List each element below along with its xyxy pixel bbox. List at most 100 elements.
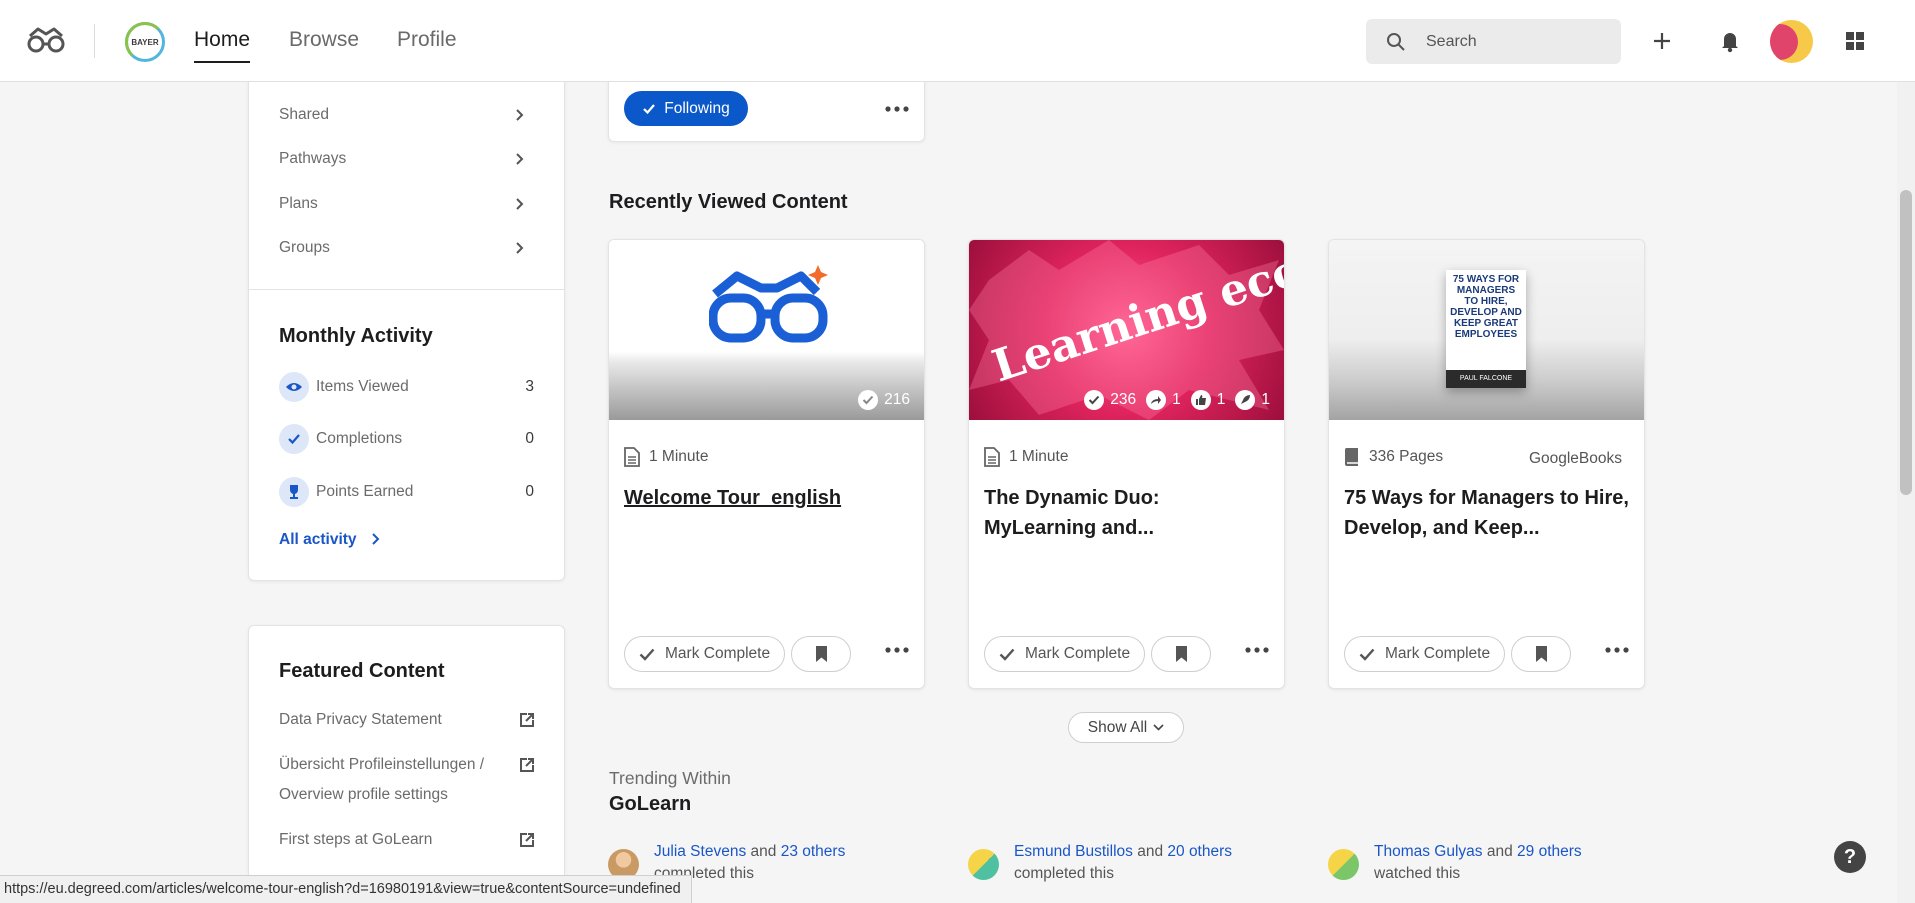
recommends-count: 1 bbox=[1261, 391, 1270, 408]
card-image: 75 WAYS FOR MANAGERS TO HIRE, DEVELOP AN… bbox=[1329, 240, 1644, 420]
bookmark-icon bbox=[1535, 646, 1547, 662]
mark-complete-label: Mark Complete bbox=[1025, 645, 1131, 662]
all-activity-label: All activity bbox=[279, 531, 357, 548]
activity-label: Completions bbox=[316, 430, 403, 447]
mark-complete-button[interactable]: Mark Complete bbox=[624, 636, 785, 672]
scrollbar-thumb[interactable] bbox=[1900, 190, 1912, 495]
activity-label: Items Viewed bbox=[316, 378, 409, 395]
card-duration: 1 Minute bbox=[649, 448, 709, 465]
shares-count: 1 bbox=[1172, 391, 1181, 408]
check-icon bbox=[639, 648, 655, 661]
featured-link-data-privacy[interactable]: Data Privacy Statement bbox=[279, 705, 442, 735]
help-icon: ? bbox=[1843, 845, 1857, 868]
book-cover-text: 75 WAYS FOR MANAGERS TO HIRE, DEVELOP AN… bbox=[1450, 274, 1522, 340]
completions-stat: 216 bbox=[858, 390, 910, 410]
check-icon bbox=[1084, 390, 1105, 410]
chevron-right-icon bbox=[514, 108, 524, 122]
content-card[interactable]: 216 1 Minute Welcome Tour_english Mark C… bbox=[608, 239, 925, 689]
thumbs-up-icon bbox=[1190, 390, 1211, 410]
check-icon bbox=[999, 648, 1015, 661]
apps-grid-icon[interactable] bbox=[1845, 28, 1865, 54]
trending-others-link[interactable]: 29 others bbox=[1517, 843, 1582, 860]
trending-and: and bbox=[1486, 843, 1513, 860]
trending-others-link[interactable]: 23 others bbox=[781, 843, 846, 860]
sidebar-item-pathways[interactable]: Pathways bbox=[279, 150, 346, 168]
more-options-icon[interactable] bbox=[1605, 647, 1629, 653]
mark-complete-button[interactable]: Mark Complete bbox=[984, 636, 1145, 672]
sidebar-item-shared[interactable]: Shared bbox=[279, 106, 329, 124]
tab-profile[interactable]: Profile bbox=[397, 28, 457, 52]
rocket-icon bbox=[1235, 390, 1256, 410]
user-avatar[interactable] bbox=[1770, 20, 1813, 63]
following-label: Following bbox=[664, 99, 730, 117]
card-title[interactable]: Welcome Tour_english bbox=[624, 483, 909, 513]
featured-link-profile-settings[interactable]: Übersicht Profileinstellungen / Overview… bbox=[279, 750, 509, 810]
recently-viewed-title: Recently Viewed Content bbox=[609, 191, 848, 213]
chevron-right-icon bbox=[514, 152, 524, 166]
check-icon bbox=[643, 103, 656, 114]
activity-label: Points Earned bbox=[316, 483, 414, 500]
card-title[interactable]: 75 Ways for Managers to Hire, Develop, a… bbox=[1344, 483, 1629, 543]
trending-item: Thomas Gulyas and 29 others watched this bbox=[1374, 841, 1582, 885]
mark-complete-button[interactable]: Mark Complete bbox=[1344, 636, 1505, 672]
chevron-right-icon bbox=[514, 197, 524, 211]
degreed-glasses-icon bbox=[709, 265, 828, 343]
monthly-activity-title: Monthly Activity bbox=[279, 325, 433, 347]
avatar[interactable] bbox=[968, 849, 999, 880]
document-icon bbox=[624, 447, 640, 467]
bookmark-button[interactable] bbox=[1511, 636, 1571, 672]
trending-others-link[interactable]: 20 others bbox=[1167, 843, 1232, 860]
search-placeholder: Search bbox=[1426, 33, 1477, 50]
content-card[interactable]: 75 WAYS FOR MANAGERS TO HIRE, DEVELOP AN… bbox=[1328, 239, 1645, 689]
tab-browse[interactable]: Browse bbox=[289, 28, 359, 52]
completions-count: 236 bbox=[1110, 391, 1137, 408]
following-button[interactable]: Following bbox=[624, 91, 748, 126]
featured-link-first-steps[interactable]: First steps at GoLearn bbox=[279, 825, 432, 855]
activity-value: 0 bbox=[525, 430, 534, 447]
chevron-right-icon bbox=[372, 533, 380, 545]
degreed-logo-icon[interactable] bbox=[26, 26, 66, 56]
book-author: PAUL FALCONE bbox=[1446, 370, 1526, 388]
completions-stat: 236 bbox=[1084, 390, 1136, 410]
eye-icon bbox=[279, 372, 309, 402]
sidebar-divider bbox=[249, 289, 564, 290]
trending-user-link[interactable]: Esmund Bustillos bbox=[1014, 843, 1133, 860]
external-link-icon[interactable] bbox=[519, 832, 535, 848]
tab-home[interactable]: Home bbox=[194, 28, 251, 63]
bell-icon[interactable] bbox=[1720, 28, 1740, 54]
show-all-button[interactable]: Show All bbox=[1068, 712, 1184, 743]
bayer-logo[interactable]: BAYER bbox=[125, 22, 165, 62]
add-icon[interactable] bbox=[1652, 28, 1672, 54]
bookmark-button[interactable] bbox=[1151, 636, 1211, 672]
external-link-icon[interactable] bbox=[519, 757, 535, 773]
card-image: Learning ecosystem 236 1 1 1 bbox=[969, 240, 1284, 420]
sidebar-item-plans[interactable]: Plans bbox=[279, 195, 318, 213]
document-icon bbox=[984, 447, 1000, 467]
sidebar-item-groups[interactable]: Groups bbox=[279, 239, 330, 257]
trending-title: GoLearn bbox=[609, 793, 692, 815]
show-all-label: Show All bbox=[1087, 718, 1148, 736]
content-card[interactable]: Learning ecosystem 236 1 1 1 1 Minute Th… bbox=[968, 239, 1285, 689]
search-input[interactable]: Search bbox=[1366, 19, 1621, 64]
book-cover: 75 WAYS FOR MANAGERS TO HIRE, DEVELOP AN… bbox=[1446, 270, 1526, 388]
browser-status-bar: https://eu.degreed.com/articles/welcome-… bbox=[0, 875, 692, 903]
chevron-down-icon bbox=[1153, 724, 1164, 731]
trending-and: and bbox=[1137, 843, 1164, 860]
more-options-icon[interactable] bbox=[885, 647, 909, 653]
card-stats: 236 1 1 1 bbox=[1084, 390, 1270, 410]
trending-action: completed this bbox=[1014, 865, 1114, 882]
trending-user-link[interactable]: Thomas Gulyas bbox=[1374, 843, 1483, 860]
more-options-icon[interactable] bbox=[1245, 647, 1269, 653]
trending-item: Esmund Bustillos and 20 others completed… bbox=[1014, 841, 1232, 885]
bookmark-button[interactable] bbox=[791, 636, 851, 672]
all-activity-link[interactable]: All activity bbox=[279, 531, 380, 549]
avatar[interactable] bbox=[1328, 849, 1359, 880]
card-image: 216 bbox=[609, 240, 924, 420]
help-button[interactable]: ? bbox=[1834, 841, 1866, 873]
shares-stat: 1 bbox=[1146, 390, 1181, 410]
more-options-icon[interactable] bbox=[885, 106, 909, 112]
card-title[interactable]: The Dynamic Duo: MyLearning and... bbox=[984, 483, 1269, 543]
trending-and: and bbox=[750, 843, 777, 860]
trending-user-link[interactable]: Julia Stevens bbox=[654, 843, 746, 860]
external-link-icon[interactable] bbox=[519, 712, 535, 728]
